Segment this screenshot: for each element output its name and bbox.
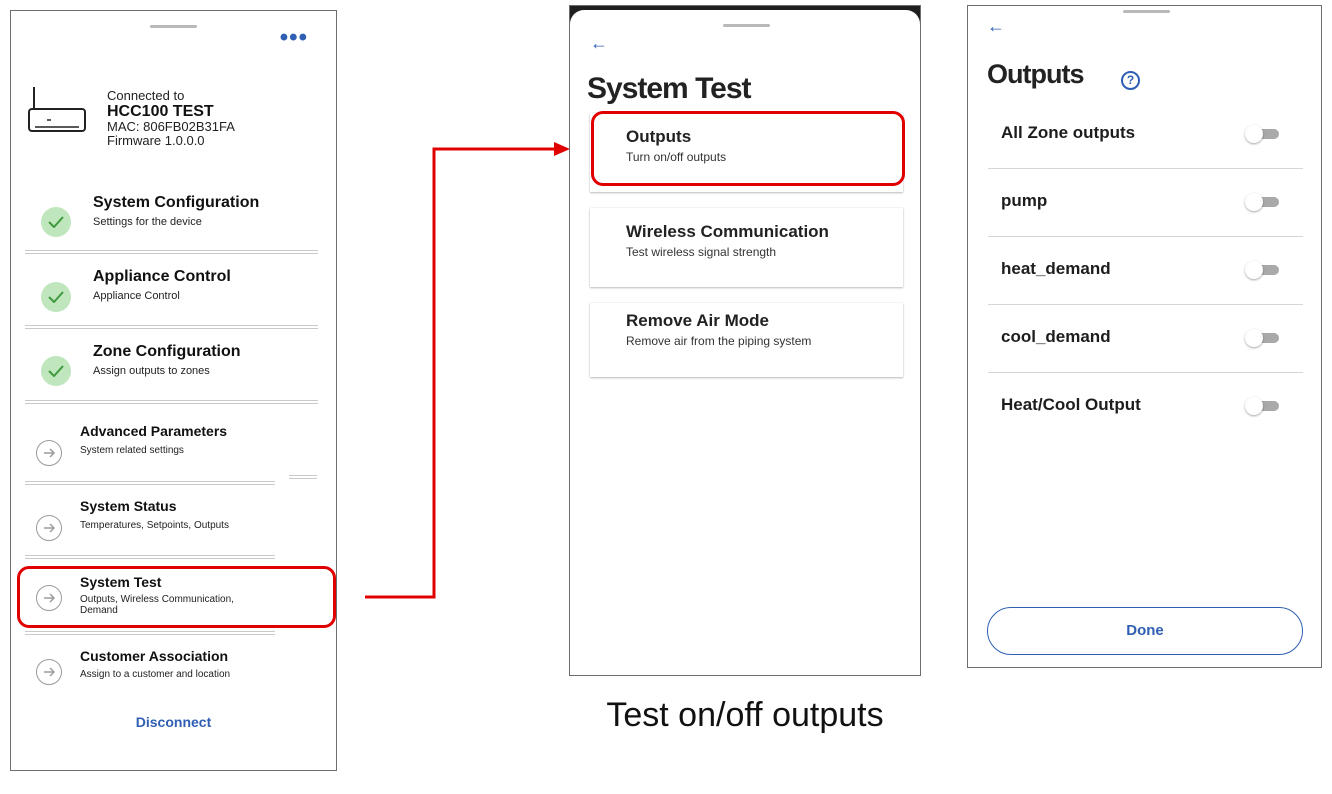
flow-arrow xyxy=(365,142,570,599)
caption-text: Test on/off outputs xyxy=(606,696,884,734)
